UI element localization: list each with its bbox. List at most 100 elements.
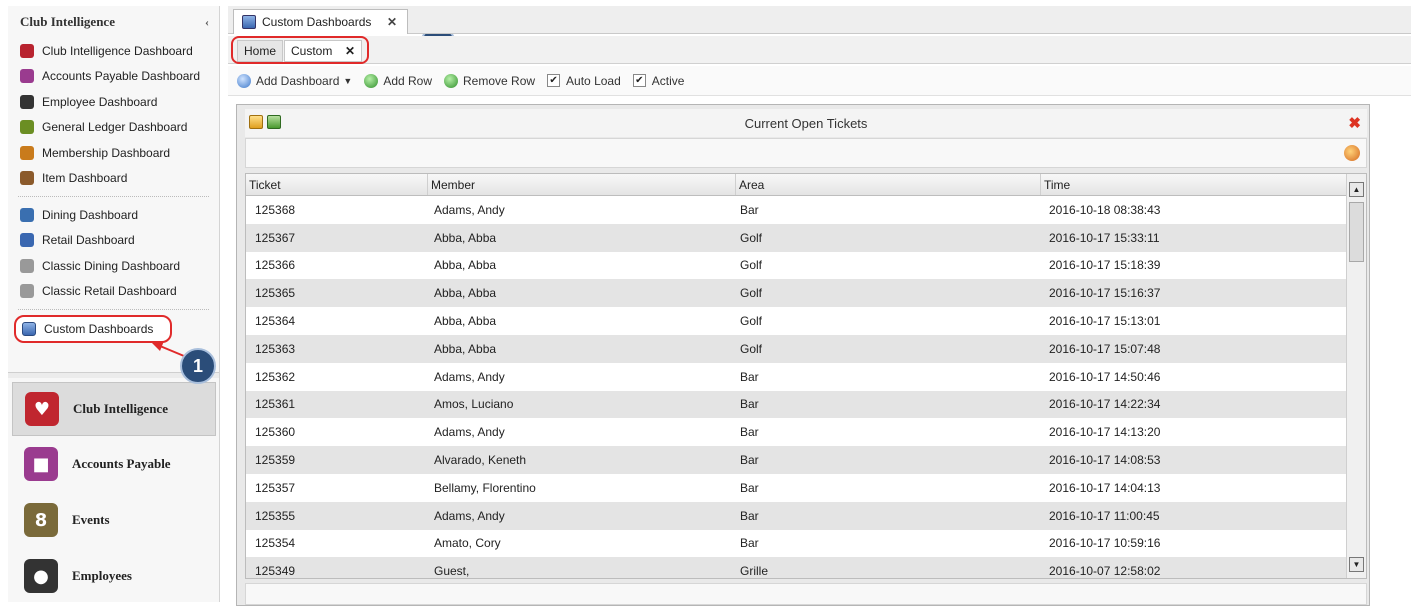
table-row[interactable]: 125368 Adams, Andy Bar 2016-10-18 08:38:43 bbox=[246, 196, 1366, 224]
toolbar: Add Dashboard ▼ Add Row Remove Row ✔ Aut… bbox=[228, 66, 1411, 96]
table-row[interactable]: 125361 Amos, Luciano Bar 2016-10-17 14:22:3… bbox=[246, 390, 1366, 419]
refresh-icon[interactable] bbox=[1344, 145, 1360, 161]
sidebar-title: Club Intelligence bbox=[20, 14, 115, 29]
table-row[interactable]: 125355 Adams, Andy Bar 2016-10-17 11:00:45 bbox=[246, 501, 1366, 530]
close-icon[interactable]: ✖ bbox=[1348, 114, 1361, 132]
ticket-cell: 125354 bbox=[255, 536, 296, 551]
auto-load-checkbox[interactable]: ✔ Auto Load bbox=[547, 74, 621, 88]
area-cell: Golf bbox=[740, 314, 763, 329]
sidebar-item-label: Club Intelligence Dashboard bbox=[42, 43, 193, 58]
area-cell: Golf bbox=[740, 286, 763, 301]
time-cell: 2016-10-17 15:18:39 bbox=[1049, 258, 1161, 273]
table-row[interactable]: 125365 Abba, Abba Golf 2016-10-17 15:16:37 bbox=[246, 279, 1366, 308]
employees-person-icon: ● bbox=[24, 559, 58, 593]
remove-icon bbox=[444, 73, 459, 88]
member-cell: Amos, Luciano bbox=[434, 397, 514, 412]
sidebar-item-label: Retail Dashboard bbox=[42, 233, 135, 248]
ticket-cell: 125359 bbox=[255, 453, 296, 468]
table-row[interactable]: 125363 Abba, Abba Golf 2016-10-17 15:07:48 bbox=[246, 334, 1366, 363]
nav-label: Events bbox=[72, 512, 110, 527]
sidebar-item-retail[interactable]: Retail Dashboard bbox=[12, 228, 215, 254]
remove-row-button[interactable]: Remove Row bbox=[444, 73, 535, 88]
area-cell: Grille bbox=[740, 564, 769, 579]
table-body: 125368 Adams, Andy Bar 2016-10-18 08:38:43 1… bbox=[246, 196, 1366, 579]
column-header-member[interactable]: Member bbox=[428, 174, 736, 195]
time-cell: 2016-10-17 15:13:01 bbox=[1049, 314, 1161, 329]
column-header-area[interactable]: Area bbox=[736, 174, 1041, 195]
column-header-time[interactable]: Time bbox=[1041, 174, 1348, 195]
time-cell: 2016-10-17 15:07:48 bbox=[1049, 341, 1161, 356]
tab-custom-dashboards[interactable]: Custom Dashboards ✕ bbox=[233, 9, 408, 34]
table-row[interactable]: 125357 Bellamy, Florentino Bar 2016-10-17 1… bbox=[246, 474, 1366, 502]
sidebar-item-classic-dining[interactable]: Classic Dining Dashboard bbox=[12, 253, 215, 279]
time-cell: 2016-10-17 14:22:34 bbox=[1049, 397, 1161, 412]
sidebar-item-dining[interactable]: Dining Dashboard bbox=[12, 202, 215, 228]
sidebar-item-membership[interactable]: Membership Dashboard bbox=[12, 140, 215, 166]
checkbox-checked-icon[interactable]: ✔ bbox=[547, 74, 561, 87]
time-cell: 2016-10-17 14:08:53 bbox=[1049, 453, 1161, 468]
table-row[interactable]: 125359 Alvarado, Keneth Bar 2016-10-17 14:0… bbox=[246, 446, 1366, 474]
tab-label: Custom Dashboards bbox=[262, 15, 372, 29]
add-row-label: Add Row bbox=[383, 73, 433, 88]
ticket-cell: 125360 bbox=[255, 425, 296, 440]
sidebar-item-accounts-payable[interactable]: Accounts Payable Dashboard bbox=[12, 64, 215, 90]
active-checkbox[interactable]: ✔ Active bbox=[632, 73, 685, 88]
close-icon[interactable]: ✕ bbox=[387, 15, 397, 29]
nav-accounts-payable[interactable]: ■ Accounts Payable bbox=[12, 436, 216, 492]
dining-icon bbox=[20, 207, 34, 222]
sidebar-item-label: Item Dashboard bbox=[42, 171, 128, 186]
scrollbar-thumb[interactable] bbox=[1349, 202, 1364, 262]
member-cell: Adams, Andy bbox=[434, 202, 505, 217]
member-cell: Abba, Abba bbox=[434, 341, 497, 356]
time-cell: 2016-10-17 14:50:46 bbox=[1049, 369, 1161, 384]
area-cell: Bar bbox=[740, 536, 759, 551]
scroll-down-icon[interactable]: ▼ bbox=[1349, 557, 1364, 572]
sidebar-item-label: General Ledger Dashboard bbox=[42, 120, 188, 135]
ticket-cell: 125367 bbox=[255, 230, 296, 245]
table-row[interactable]: 125367 Abba, Abba Golf 2016-10-17 15:33:11 bbox=[246, 223, 1366, 252]
sidebar-item-label: Dining Dashboard bbox=[42, 207, 139, 222]
sidebar-item-item[interactable]: Item Dashboard bbox=[12, 166, 215, 192]
widget-footer bbox=[245, 583, 1367, 605]
widget-export-icon[interactable] bbox=[267, 115, 281, 129]
sidebar-item-classic-retail[interactable]: Classic Retail Dashboard bbox=[12, 279, 215, 305]
retail-icon bbox=[20, 233, 34, 248]
area-cell: Bar bbox=[740, 453, 759, 468]
table-row[interactable]: 125349 Guest, Grille 2016-10-07 12:58:02 bbox=[246, 557, 1366, 579]
table-row[interactable]: 125366 Abba, Abba Golf 2016-10-17 15:18:39 bbox=[246, 252, 1366, 280]
member-cell: Abba, Abba bbox=[434, 258, 497, 273]
time-cell: 2016-10-07 12:58:02 bbox=[1049, 564, 1161, 579]
sidebar-item-custom-dashboards[interactable]: Custom Dashboards bbox=[14, 315, 172, 343]
nav-label: Employees bbox=[72, 568, 132, 583]
classic-dining-icon bbox=[20, 258, 34, 273]
member-cell: Guest, bbox=[434, 564, 470, 579]
document-tab-bar: Custom Dashboards ✕ bbox=[228, 6, 1411, 34]
active-label: Active bbox=[651, 73, 685, 88]
nav-employees[interactable]: ● Employees bbox=[12, 548, 216, 604]
collapse-sidebar-button[interactable]: ‹ bbox=[205, 15, 209, 30]
add-dashboard-button[interactable]: Add Dashboard ▼ bbox=[237, 73, 352, 88]
table-row[interactable]: 125362 Adams, Andy Bar 2016-10-17 14:50:46 bbox=[246, 363, 1366, 391]
sidebar: Club Intelligence ‹ Club Intelligence Da… bbox=[8, 6, 220, 602]
time-cell: 2016-10-17 15:16:37 bbox=[1049, 286, 1161, 301]
add-dashboard-label: Add Dashboard bbox=[256, 73, 340, 88]
ticket-cell: 125357 bbox=[255, 480, 296, 495]
vertical-scrollbar[interactable]: ▲ ▼ bbox=[1346, 174, 1366, 578]
add-row-button[interactable]: Add Row bbox=[364, 73, 433, 88]
sidebar-item-general-ledger[interactable]: General Ledger Dashboard bbox=[12, 115, 215, 141]
sidebar-item-employee[interactable]: Employee Dashboard bbox=[12, 89, 215, 115]
column-header-ticket[interactable]: Ticket bbox=[246, 174, 428, 195]
table-row[interactable]: 125354 Amato, Cory Bar 2016-10-17 10:59:16 bbox=[246, 530, 1366, 558]
nav-club-intelligence[interactable]: ♥ Club Intelligence bbox=[12, 382, 216, 436]
sidebar-item-label: Employee Dashboard bbox=[42, 94, 158, 109]
table-row[interactable]: 125364 Abba, Abba Golf 2016-10-17 15:13:01 bbox=[246, 307, 1366, 335]
nav-events[interactable]: 8 Events bbox=[12, 492, 216, 548]
table-row[interactable]: 125360 Adams, Andy Bar 2016-10-17 14:13:20 bbox=[246, 418, 1366, 446]
chevron-down-icon[interactable]: ▼ bbox=[343, 76, 352, 86]
widget-title: Current Open Tickets bbox=[744, 115, 868, 131]
sidebar-item-label: Classic Retail Dashboard bbox=[42, 284, 177, 299]
sidebar-item-club-intelligence[interactable]: Club Intelligence Dashboard bbox=[12, 38, 215, 64]
checkbox-checked-icon[interactable]: ✔ bbox=[632, 74, 646, 87]
scroll-up-icon[interactable]: ▲ bbox=[1349, 182, 1364, 197]
widget-settings-icon[interactable] bbox=[249, 115, 263, 129]
